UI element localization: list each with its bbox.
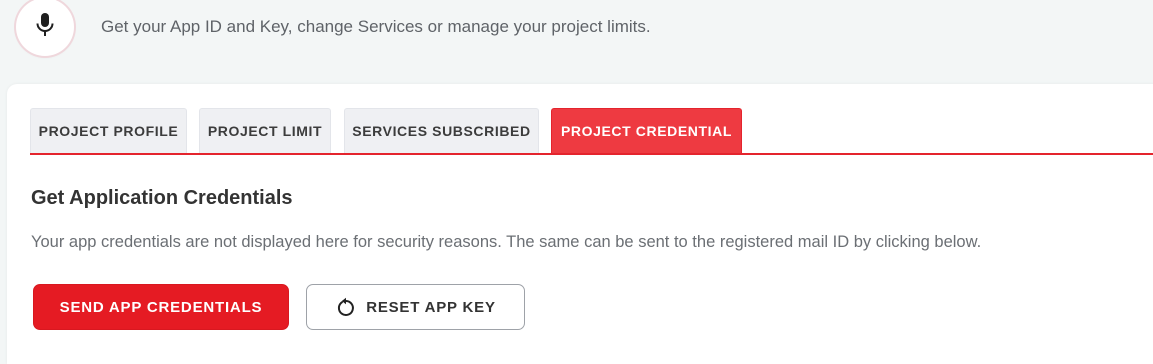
tab-project-limit[interactable]: PROJECT LIMIT bbox=[199, 108, 331, 153]
tab-bar: PROJECT PROFILE PROJECT LIMIT SERVICES S… bbox=[30, 108, 1153, 154]
reset-icon bbox=[335, 296, 357, 318]
page-description: Get your App ID and Key, change Services… bbox=[101, 17, 651, 36]
section-title: Get Application Credentials bbox=[31, 187, 293, 209]
tab-underline bbox=[30, 153, 1153, 155]
send-app-credentials-label: SEND APP CREDENTIALS bbox=[59, 298, 263, 316]
send-app-credentials-button[interactable]: SEND APP CREDENTIALS bbox=[33, 284, 289, 330]
section-description: Your app credentials are not displayed h… bbox=[31, 233, 982, 251]
reset-app-key-button[interactable]: RESET APP KEY bbox=[306, 284, 525, 330]
tab-project-profile[interactable]: PROJECT PROFILE bbox=[30, 108, 187, 153]
microphone-icon-badge bbox=[16, 0, 74, 56]
project-card: PROJECT PROFILE PROJECT LIMIT SERVICES S… bbox=[7, 84, 1153, 364]
microphone-icon bbox=[34, 12, 56, 43]
reset-app-key-label: RESET APP KEY bbox=[366, 298, 496, 316]
tab-project-credential[interactable]: PROJECT CREDENTIAL bbox=[551, 108, 742, 153]
tab-services-subscribed[interactable]: SERVICES SUBSCRIBED bbox=[344, 108, 539, 153]
page-header: Get your App ID and Key, change Services… bbox=[0, 0, 1153, 84]
